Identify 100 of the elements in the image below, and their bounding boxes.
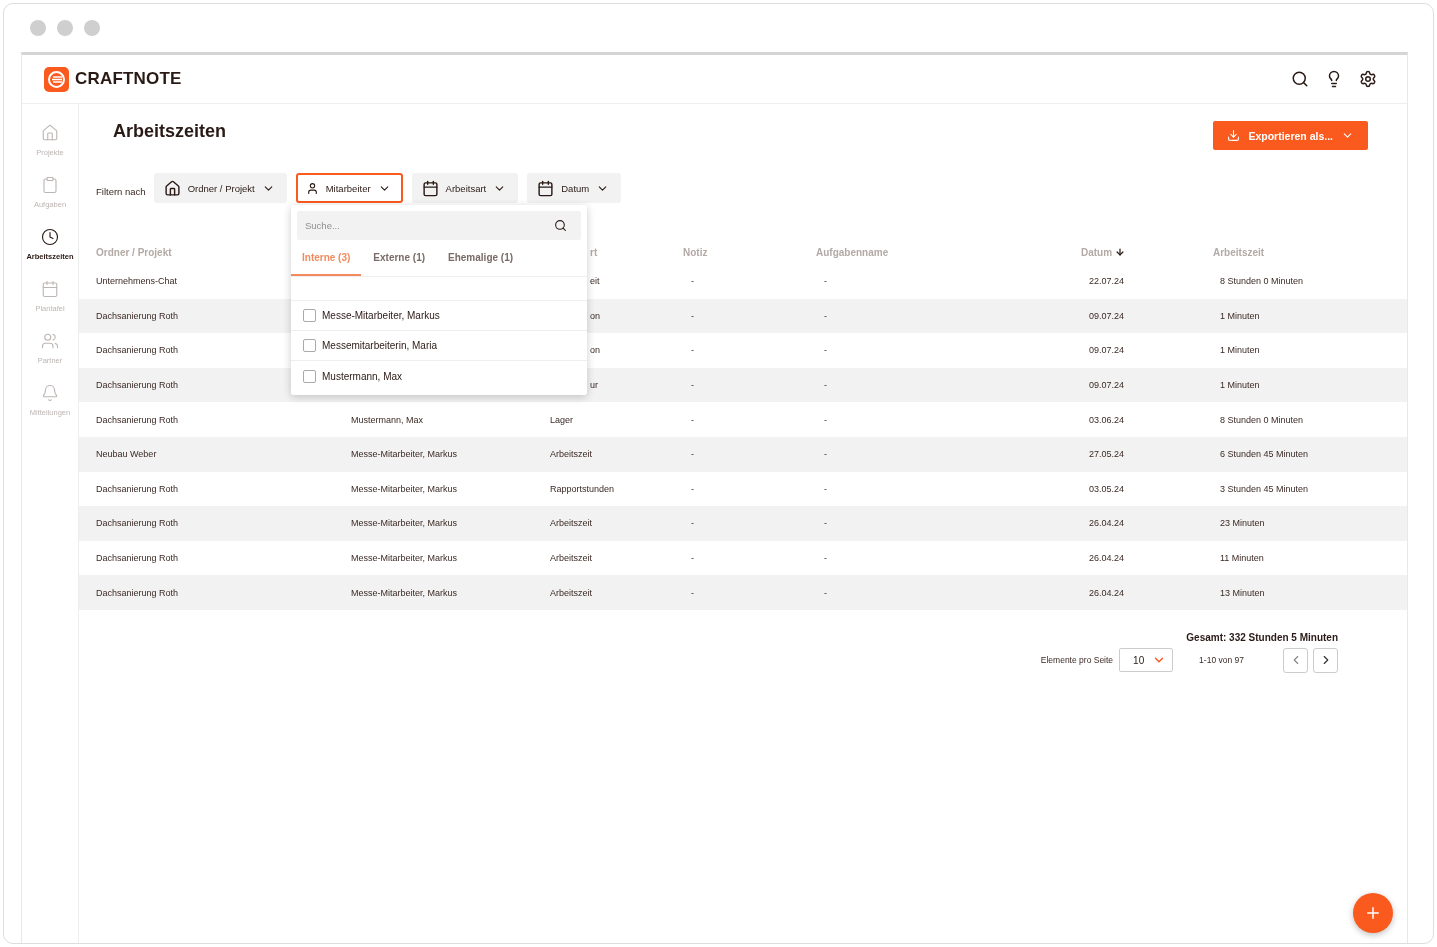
table-cell: Neubau Weber [96,449,157,460]
filter-button[interactable]: Ordner / Projekt [153,173,287,203]
column-header[interactable]: rt [590,246,598,258]
table-cell: Arbeitszeit [550,553,593,564]
filter-button[interactable]: Arbeitsart [411,173,519,203]
dropdown-tab[interactable]: Ehemalige (1) [437,240,525,276]
employee-option[interactable]: Messemitarbeiterin, Maria [291,331,587,361]
house-icon [41,124,59,142]
plus-icon [1364,904,1382,922]
table-cell: - [824,553,827,564]
table-cell: Arbeitszeit [550,518,593,529]
settings-icon[interactable] [1359,70,1377,88]
table-cell: 1 Minuten [1220,380,1260,391]
column-header[interactable]: Aufgabenname [816,246,889,258]
table-cell: Dachsanierung Roth [96,345,179,356]
table-cell: ur [590,380,598,391]
table-cell: 26.04.24 [1089,553,1125,564]
table-cell: Dachsanierung Roth [96,310,179,321]
table-cell: - [691,310,694,321]
table-cell: Messe-Mitarbeiter, Markus [351,449,458,460]
previous-page-button[interactable] [1283,647,1308,673]
table-cell: Dachsanierung Roth [96,414,179,425]
checkbox[interactable] [303,339,316,352]
dropdown-tab[interactable]: Interne (3) [291,240,362,276]
table-cell: 09.07.24 [1089,310,1125,321]
table-cell: Messe-Mitarbeiter, Markus [351,518,458,529]
table-cell: Arbeitszeit [550,587,593,598]
filter-button[interactable]: Datum [527,173,622,203]
table-cell: - [824,449,827,460]
table-cell: - [824,345,827,356]
checkbox[interactable] [303,309,316,322]
employee-option[interactable]: Messe-Mitarbeiter, Markus [291,301,587,331]
filter-button[interactable]: Mitarbeiter [295,173,403,203]
table-cell: eit [590,276,600,287]
table-cell: - [691,483,694,494]
employee-name: Mustermann, Max [322,370,403,382]
add-button[interactable] [1353,893,1393,933]
table-cell: - [824,587,827,598]
bell-icon [41,384,59,402]
employee-name: Messe-Mitarbeiter, Markus [322,310,440,321]
table-cell: 03.06.24 [1089,414,1125,425]
employee-option[interactable]: Mustermann, Max [291,361,587,391]
column-header[interactable]: Ordner / Projekt [96,246,172,258]
table-cell: 6 Stunden 45 Minuten [1220,449,1309,460]
dropdown-tab[interactable]: Externe (1) [362,240,437,276]
table-cell: - [691,414,694,425]
calendar-icon [537,179,555,197]
page-title: Arbeitszeiten [113,121,227,143]
calendar-icon [41,280,59,298]
table-cell: - [824,414,827,425]
table-cell: 09.07.24 [1089,380,1125,391]
table-cell: 1 Minuten [1220,345,1260,356]
table-cell: 8 Stunden 0 Minuten [1220,276,1304,287]
table-cell: - [691,553,694,564]
logo-text: CRAFTNOTE [75,69,182,89]
table-cell: 1 Minuten [1220,310,1260,321]
search-field[interactable]: Suche... [297,211,581,240]
column-header[interactable]: Arbeitszeit [1213,246,1265,258]
table-cell: 13 Minuten [1220,587,1265,598]
window-control[interactable] [30,20,46,36]
column-header[interactable]: Notiz [683,246,708,258]
table-cell: Lager [550,414,574,425]
page-range: 1-10 von 97 [1199,655,1244,666]
sort-arrow-icon [1115,247,1126,257]
clipboard-icon [41,176,59,194]
table-cell: 27.05.24 [1089,449,1125,460]
window-control[interactable] [84,20,100,36]
table-cell: 03.05.24 [1089,483,1125,494]
clock-icon [41,228,59,246]
table-cell: - [691,518,694,529]
table-cell: 09.07.24 [1089,345,1125,356]
search-icon[interactable] [1291,70,1309,88]
column-header[interactable]: Datum [1081,246,1126,258]
table-cell: on [590,345,600,356]
table-cell: Dachsanierung Roth [96,483,179,494]
table-cell: Mustermann, Max [351,414,424,425]
table-cell: Dachsanierung Roth [96,380,179,391]
export-button[interactable]: Exportieren als... [1213,121,1368,150]
table-cell: - [824,483,827,494]
checkbox[interactable] [303,369,316,383]
employee-name: Messemitarbeiterin, Maria [322,340,438,351]
table-cell: 23 Minuten [1220,518,1265,529]
table-cell: - [691,380,694,391]
table-cell: - [824,310,827,321]
people-icon [41,332,59,350]
filter-label: Filtern nach [96,184,146,197]
table-cell: Messe-Mitarbeiter, Markus [351,483,458,494]
table-cell: - [691,449,694,460]
next-page-button[interactable] [1313,647,1338,673]
person-icon [305,181,319,195]
table-cell: Dachsanierung Roth [96,587,179,598]
table-cell: - [824,380,827,391]
window-control[interactable] [57,20,73,36]
per-page-select[interactable]: 10 [1119,648,1174,673]
total-text: Gesamt: 332 Stunden 5 Minuten [1186,631,1338,643]
table-cell: 26.04.24 [1089,518,1125,529]
logo-icon [44,66,69,92]
table-cell: Rapportstunden [550,483,615,494]
per-page-label: Elemente pro Seite [1040,655,1114,666]
table-cell: - [824,276,827,287]
